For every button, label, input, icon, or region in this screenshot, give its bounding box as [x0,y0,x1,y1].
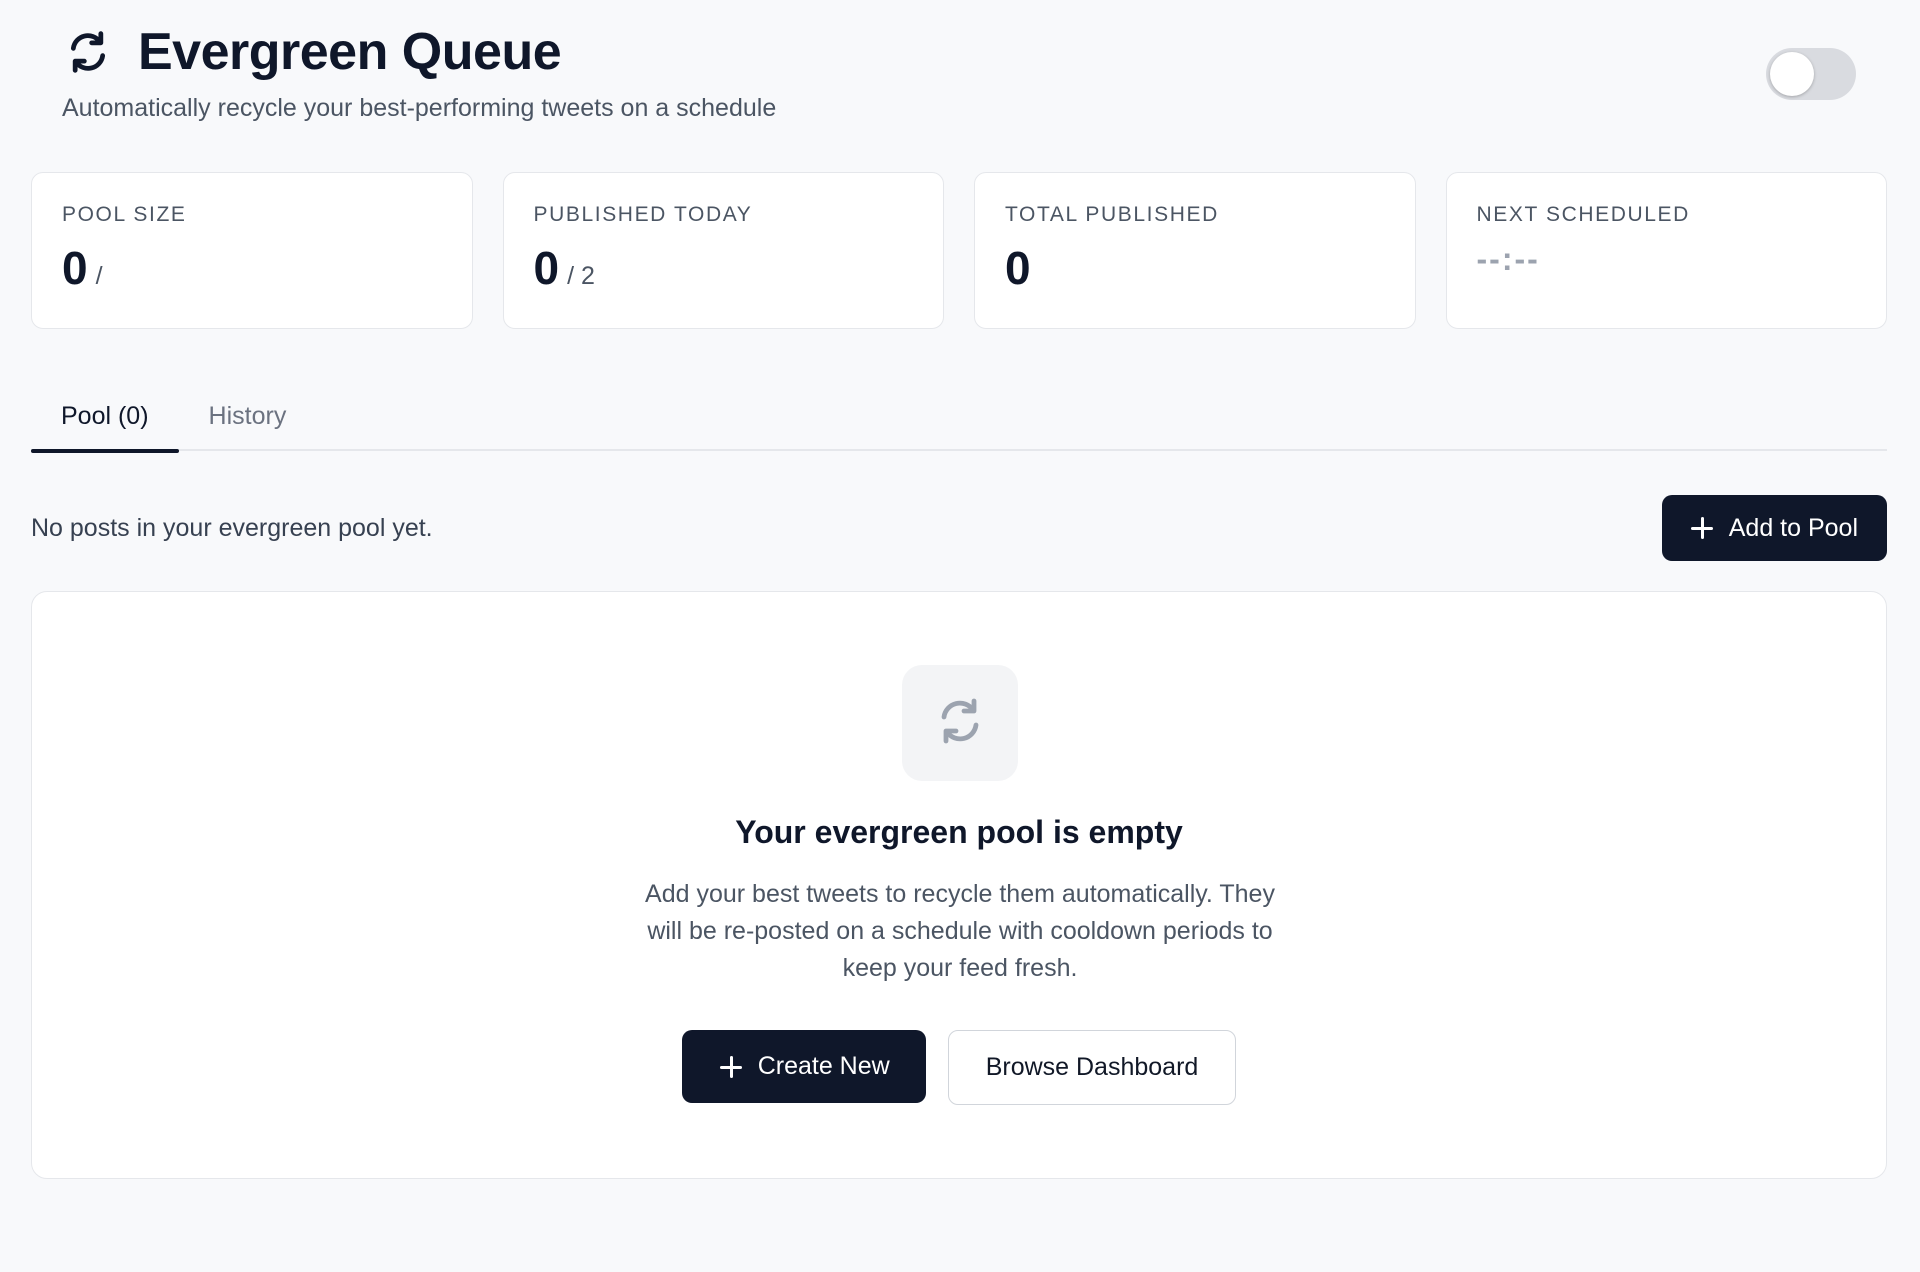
tab-bar: Pool (0) History [31,382,1887,453]
empty-state-icon-box [902,665,1018,781]
create-new-button[interactable]: Create New [681,1030,926,1103]
tab-history[interactable]: History [179,382,317,451]
stat-card-published-today: PUBLISHED TODAY 0 / 2 [502,172,944,329]
stat-value: 0 [533,242,560,294]
stat-card-pool-size: POOL SIZE 0 / [31,172,473,329]
page-subtitle: Automatically recycle your best-performi… [62,94,777,122]
stats-row: POOL SIZE 0 / PUBLISHED TODAY 0 / 2 TOTA… [31,172,1887,329]
title-row: Evergreen Queue [62,22,562,82]
empty-state-card: Your evergreen pool is empty Add your be… [31,591,1887,1179]
stat-label: POOL SIZE [62,203,187,226]
stat-value-row: 0 / 2 [534,241,914,295]
stat-value-row: --:-- [1477,241,1857,278]
evergreen-toggle[interactable] [1766,48,1856,100]
stat-value-row: 0 [1005,241,1385,295]
plus-icon [719,1055,742,1078]
page-title: Evergreen Queue [138,23,562,81]
pool-toolbar: No posts in your evergreen pool yet. Add… [31,495,1887,561]
add-to-pool-button[interactable]: Add to Pool [1661,495,1887,561]
stat-label: PUBLISHED TODAY [533,203,753,226]
browse-dashboard-button[interactable]: Browse Dashboard [947,1030,1237,1105]
refresh-icon [936,697,984,750]
empty-state-title: Your evergreen pool is empty [735,814,1183,850]
toggle-knob [1770,52,1814,96]
add-to-pool-label: Add to Pool [1728,513,1858,542]
stat-label: TOTAL PUBLISHED [1005,203,1219,226]
page-header: Evergreen Queue Automatically recycle yo… [31,0,1889,172]
stat-label: NEXT SCHEDULED [1476,203,1690,226]
create-new-label: Create New [757,1052,890,1080]
empty-state-actions: Create New Browse Dashboard [32,1030,1886,1105]
stat-value-row: 0 / [62,241,442,295]
stat-suffix: / [95,262,103,290]
stat-suffix: / 2 [567,262,595,290]
next-scheduled-time: --:-- [1476,241,1540,277]
refresh-icon [62,26,114,78]
tab-pool[interactable]: Pool (0) [31,382,179,453]
empty-state-description: Add your best tweets to recycle them aut… [645,880,1275,982]
stat-value: 0 [1005,242,1031,294]
stat-value: 0 [62,242,88,294]
evergreen-queue-page: Evergreen Queue Automatically recycle yo… [0,0,1920,1272]
pool-status-text: No posts in your evergreen pool yet. [31,513,433,542]
stat-card-total-published: TOTAL PUBLISHED 0 [974,172,1416,329]
plus-icon [1690,517,1713,539]
stat-card-next-scheduled: NEXT SCHEDULED --:-- [1445,172,1887,329]
